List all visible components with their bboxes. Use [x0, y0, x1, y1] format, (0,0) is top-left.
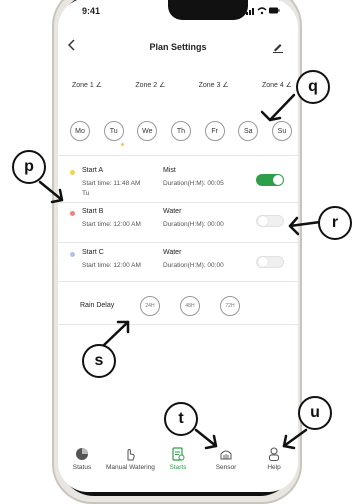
- tab-sensor[interactable]: Sensor: [202, 446, 250, 471]
- start-duration: Duration(H:M): 00:00: [163, 221, 224, 228]
- start-c-color-dot: [70, 252, 75, 257]
- start-row-c[interactable]: Start C Start time: 12:00 AM Water Durat…: [68, 248, 290, 288]
- start-duration: Duration(H:M): 00:05: [163, 180, 224, 187]
- tab-help[interactable]: Help: [250, 446, 298, 471]
- zone-tab-4[interactable]: Zone 4 ∠: [262, 81, 292, 89]
- nav-bar: Plan Settings: [58, 38, 298, 60]
- callout-p: p: [12, 150, 46, 184]
- callout-u: u: [298, 396, 332, 430]
- pencil-icon: [273, 44, 283, 53]
- tab-label: Starts: [169, 464, 187, 471]
- toggle-knob: [273, 175, 283, 185]
- start-name: Start C: [82, 249, 104, 256]
- divider: [58, 202, 298, 203]
- day-we[interactable]: We: [137, 121, 158, 141]
- divider: [58, 281, 298, 282]
- zone-tabs: Zone 1 ∠ Zone 2 ∠ Zone 3 ∠ Zone 4 ∠: [72, 81, 292, 89]
- start-c-toggle[interactable]: [256, 256, 284, 268]
- selected-day-indicator: [121, 143, 124, 146]
- callout-s: s: [82, 344, 116, 378]
- start-a-toggle[interactable]: [256, 174, 284, 186]
- toggle-knob: [258, 216, 268, 226]
- tab-label: Status: [72, 464, 92, 471]
- day-th[interactable]: Th: [170, 121, 191, 141]
- tab-manual-watering[interactable]: Manual Watering: [106, 446, 155, 471]
- tab-label: Sensor: [215, 464, 237, 471]
- rain-delay-label: Rain Delay: [80, 302, 115, 309]
- tab-status[interactable]: Status: [58, 446, 106, 471]
- sensor-icon: [220, 450, 232, 460]
- rain-delay-24h[interactable]: 24H: [140, 296, 160, 316]
- zone-edit-icon: ∠: [95, 82, 103, 89]
- day-fr[interactable]: Fr: [204, 121, 225, 141]
- start-name: Start A: [82, 167, 104, 174]
- start-row-a[interactable]: Start A Start time: 11:48 AM Tu Mist Dur…: [68, 166, 290, 206]
- rain-delay-row: Rain Delay 24H 48H 72H: [68, 294, 290, 320]
- start-days: Tu: [82, 190, 90, 197]
- day-su[interactable]: Su: [271, 121, 292, 141]
- zone-tab-1[interactable]: Zone 1 ∠: [72, 81, 102, 89]
- start-a-color-dot: [70, 170, 75, 175]
- callout-q: q: [296, 70, 330, 104]
- zone-edit-icon: ∠: [285, 82, 292, 89]
- weekday-selector: Mo Tu We Th Fr Sa Su: [70, 121, 292, 141]
- divider: [58, 324, 298, 325]
- schedule-icon: [172, 447, 185, 461]
- day-mo[interactable]: Mo: [70, 121, 90, 141]
- rain-delay-72h[interactable]: 72H: [220, 296, 240, 316]
- divider: [58, 155, 298, 156]
- zone-edit-icon: ∠: [159, 82, 166, 89]
- callout-r: r: [318, 206, 352, 240]
- divider: [58, 242, 298, 243]
- status-icons: [246, 6, 280, 17]
- start-time: Start time: 11:48 AM: [82, 180, 141, 187]
- zone-tab-2[interactable]: Zone 2 ∠: [135, 81, 165, 89]
- tab-label: Help: [267, 464, 281, 471]
- zone-edit-icon: ∠: [222, 82, 229, 89]
- tab-label: Manual Watering: [106, 464, 155, 471]
- start-mode: Water: [163, 208, 182, 215]
- notch: [168, 0, 248, 20]
- rain-delay-48h[interactable]: 48H: [180, 296, 200, 316]
- page-title: Plan Settings: [149, 42, 207, 52]
- start-mode: Mist: [163, 167, 176, 174]
- status-time: 9:41: [82, 6, 101, 16]
- bottom-tab-bar: Status Manual Watering Starts Sensor Hel…: [58, 446, 298, 486]
- start-mode: Water: [163, 249, 182, 256]
- person-icon: [268, 447, 280, 462]
- toggle-knob: [258, 257, 268, 267]
- zone-tab-3[interactable]: Zone 3 ∠: [199, 81, 229, 89]
- tab-starts[interactable]: Starts: [154, 446, 202, 471]
- signal-wifi-battery-icon: [246, 7, 280, 15]
- day-sa[interactable]: Sa: [238, 121, 259, 141]
- start-name: Start B: [82, 208, 104, 215]
- callout-t: t: [164, 402, 198, 436]
- pie-chart-icon: [76, 448, 88, 460]
- start-duration: Duration(H:M): 00:00: [163, 262, 224, 269]
- start-time: Start time: 12:00 AM: [82, 221, 141, 228]
- start-b-toggle[interactable]: [256, 215, 284, 227]
- hand-tap-icon: [127, 448, 135, 461]
- start-time: Start time: 12:00 AM: [82, 262, 141, 269]
- edit-button[interactable]: [272, 41, 284, 56]
- start-b-color-dot: [70, 211, 75, 216]
- day-tu[interactable]: Tu: [103, 121, 124, 141]
- start-row-b[interactable]: Start B Start time: 12:00 AM Water Durat…: [68, 207, 290, 247]
